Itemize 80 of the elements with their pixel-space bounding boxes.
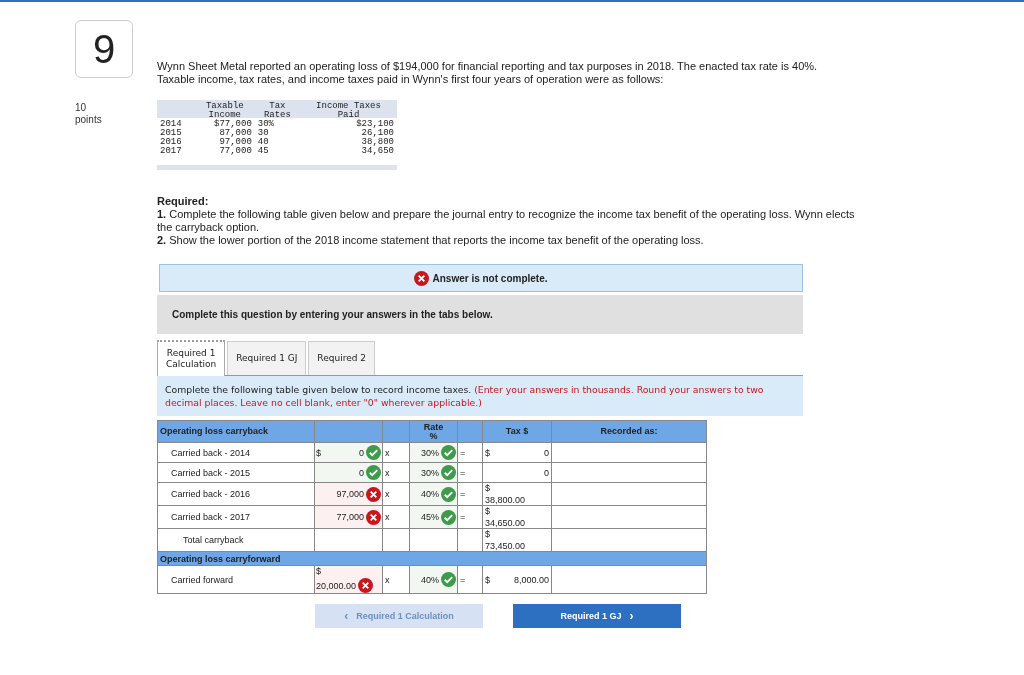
operator: x — [385, 467, 390, 478]
operator: x — [385, 447, 390, 458]
table-cell: 38,800.00 — [485, 495, 526, 505]
row-label: Carried back - 2017 — [171, 512, 251, 522]
table-cell: 73,450.00 — [485, 541, 526, 551]
answer-value: 40% — [421, 574, 439, 585]
row-label: Carried back - 2015 — [171, 467, 251, 478]
required-item: 1. Complete the following table given below and prepare the journal entry to recognize the income tax benefit of the operating loss. Wynn elects the carryback option. — [157, 208, 856, 234]
tab[interactable]: Required 1 Calculation — [157, 340, 226, 376]
table-cell: $23,100 — [356, 119, 394, 129]
operator: x — [385, 574, 390, 585]
table-cell: 34,650 — [361, 146, 394, 156]
row-label: Carried back - 2014 — [171, 447, 251, 458]
table-cell: $77,000 — [214, 119, 252, 129]
table-cell: 34,650.00 — [485, 518, 526, 528]
table-cell: 2016 — [160, 137, 182, 147]
column-header: Income Taxes Paid — [316, 101, 381, 120]
operator: x — [385, 512, 390, 522]
answer-value: 0 — [359, 467, 364, 478]
cross-icon — [414, 270, 430, 286]
operator: = — [460, 447, 466, 458]
currency-sign: $ — [316, 566, 322, 576]
column-header: Rate % — [423, 421, 444, 441]
operator: = — [460, 467, 466, 478]
answer-value: 30% — [421, 447, 439, 458]
operator: = — [460, 489, 466, 499]
answer-value: 45% — [421, 512, 439, 522]
table-cell: 45 — [257, 146, 269, 156]
operator: = — [460, 512, 466, 522]
row-label: Carried back - 2016 — [171, 489, 251, 499]
chevron-icon: ‹ — [344, 609, 349, 623]
question-number: 9 — [75, 20, 133, 78]
table-cell: 87,000 — [219, 128, 252, 138]
table-cell: 77,000 — [219, 146, 252, 156]
tab[interactable]: Required 1 GJ — [227, 341, 307, 375]
table-cell: 2014 — [160, 119, 182, 129]
currency-sign: $ — [485, 447, 490, 458]
table-cell: 26,100 — [361, 128, 394, 138]
currency-sign: $ — [485, 574, 490, 585]
answer-value: 20,000.00 — [316, 580, 357, 591]
currency-sign: $ — [485, 506, 491, 516]
table-cell: 40 — [257, 137, 269, 147]
required-item: 2. Show the lower portion of the 2018 income statement that reports the income tax benefit of the operating loss. — [157, 234, 705, 247]
currency-sign: $ — [316, 447, 321, 458]
currency-sign: $ — [485, 483, 491, 493]
prompt-text: Complete this question by entering your answers in the tabs below. — [172, 309, 493, 320]
table-cell: 30 — [257, 128, 269, 138]
answer-value: 97,000 — [336, 489, 364, 499]
answer-value: 0 — [359, 447, 364, 458]
tab[interactable]: Required 2 — [308, 341, 375, 375]
chevron-icon: › — [629, 609, 634, 623]
table-cell: 2017 — [160, 146, 182, 156]
points-value: 10 — [75, 102, 88, 114]
table-cell: 8,000.00 — [513, 574, 549, 585]
table-cell: 0 — [544, 447, 549, 458]
table-cell: 38,800 — [361, 137, 394, 147]
instruction-text: Complete the following table given below to record income taxes. (Enter your answers in thousands. Round your answers to two decimal places. Leave no cell blank, enter "0" wherever applicable.) — [165, 383, 765, 409]
column-header: Taxable Income — [205, 101, 244, 120]
section-header: Operating loss carryforward — [160, 553, 281, 564]
nav-button[interactable]: Required 1 GJ › — [513, 604, 681, 628]
row-label: Carried forward — [171, 574, 234, 585]
points-label: points — [75, 114, 103, 126]
answer-value: 30% — [421, 467, 439, 478]
column-header: Recorded as: — [600, 426, 658, 436]
table-cell: 97,000 — [219, 137, 252, 147]
column-header: Tax Rates — [263, 101, 291, 120]
status-text: Answer is not complete. — [432, 272, 548, 284]
required-heading: Required: — [157, 195, 209, 207]
answer-value: 40% — [421, 489, 439, 499]
answer-value: 77,000 — [336, 512, 364, 522]
operator: x — [385, 489, 390, 499]
table-cell: 0 — [544, 467, 549, 478]
row-label: Total carryback — [183, 535, 244, 545]
question-text: Wynn Sheet Metal reported an operating loss of $194,000 for financial reporting and tax purposes in 2018. The enacted tax rate is 40%. Taxable income, tax rates, and income taxes paid in Wynn's first four years of operation were as follows: — [157, 60, 819, 86]
column-header: Tax $ — [505, 426, 529, 436]
table-cell: 30% — [257, 119, 274, 129]
table-cell: 2015 — [160, 128, 182, 138]
operator: = — [460, 574, 466, 585]
column-header: Operating loss carryback — [160, 426, 269, 436]
currency-sign: $ — [485, 529, 491, 539]
